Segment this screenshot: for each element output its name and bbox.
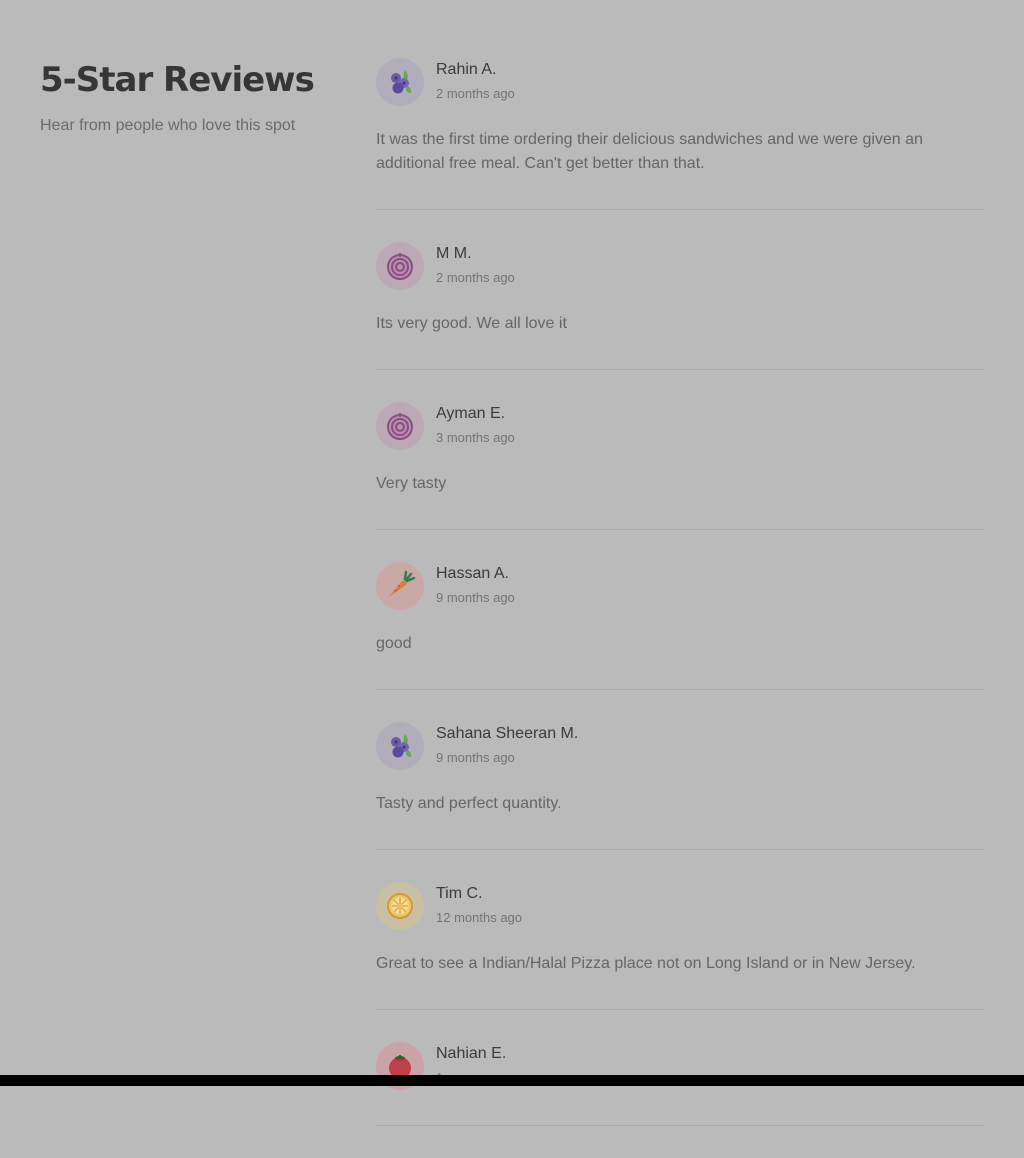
review-item: Ayman E. 3 months ago Very tasty: [376, 402, 985, 530]
reviewer-name: Nahian E.: [436, 1045, 507, 1062]
review-meta: Ayman E. 3 months ago: [436, 402, 515, 447]
section-title: 5-Star Reviews: [40, 60, 315, 100]
review-meta: Sahana Sheeran M. 9 months ago: [436, 722, 578, 767]
avatar: [376, 402, 424, 450]
review-item: Tim C. 12 months ago Great to see a Indian…: [376, 882, 985, 1010]
review-date: 9 months ago: [436, 750, 515, 765]
review-text: Its very good. We all love it: [376, 315, 567, 332]
review-meta: Rahin A. 2 months ago: [436, 58, 515, 103]
reviewer-name: M M.: [436, 245, 472, 262]
avatar: [376, 722, 424, 770]
blueberry-icon: [384, 730, 416, 762]
review-header: Ayman E. 3 months ago: [376, 402, 985, 452]
onion-icon: [384, 250, 416, 282]
review-text: Tasty and perfect quantity.: [376, 795, 562, 812]
review-item: M M. 2 months ago Its very good. We all lo…: [376, 242, 985, 370]
reviewer-name: Tim C.: [436, 885, 483, 902]
review-text: good: [376, 635, 412, 652]
review-text: Very tasty: [376, 475, 447, 492]
review-meta: M M. 2 months ago: [436, 242, 515, 287]
avatar: [376, 562, 424, 610]
review-header: M M. 2 months ago: [376, 242, 985, 292]
review-text: It was the first time ordering their del…: [376, 131, 923, 172]
bottom-bar: [0, 1075, 1024, 1086]
avatar: [376, 242, 424, 290]
reviewer-name: Ayman E.: [436, 405, 506, 422]
review-date: 2 months ago: [436, 270, 515, 285]
reviewer-name: Sahana Sheeran M.: [436, 725, 579, 742]
review-date: 9 months ago: [436, 590, 515, 605]
review-item: Sahana Sheeran M. 9 months ago Tasty and p…: [376, 722, 985, 850]
blueberry-icon: [384, 66, 416, 98]
avatar: [376, 882, 424, 930]
review-header: Hassan A. 9 months ago: [376, 562, 985, 612]
reviews-list: Rahin A. 2 months ago It was the first tim…: [376, 58, 985, 1158]
review-text: Great to see a Indian/Halal Pizza place …: [376, 955, 916, 972]
review-date: 2 months ago: [436, 86, 515, 101]
onion-icon: [384, 410, 416, 442]
review-item: Hassan A. 9 months ago good: [376, 562, 985, 690]
review-meta: Tim C. 12 months ago: [436, 882, 522, 927]
review-date: 12 months ago: [436, 910, 523, 925]
avatar: [376, 58, 424, 106]
review-date: 3 months ago: [436, 430, 515, 445]
carrot-icon: [384, 570, 416, 602]
reviews-header: 5-Star Reviews Hear from people who love…: [40, 58, 340, 136]
review-header: Tim C. 12 months ago: [376, 882, 985, 932]
review-header: Rahin A. 2 months ago: [376, 58, 985, 108]
reviewer-name: Hassan A.: [436, 565, 509, 582]
lemon-icon: [384, 890, 416, 922]
section-subtitle: Hear from people who love this spot: [40, 117, 296, 134]
reviewer-name: Rahin A.: [436, 61, 497, 78]
review-meta: Hassan A. 9 months ago: [436, 562, 515, 607]
review-header: Sahana Sheeran M. 9 months ago: [376, 722, 985, 772]
review-item: Rahin A. 2 months ago It was the first tim…: [376, 58, 985, 210]
